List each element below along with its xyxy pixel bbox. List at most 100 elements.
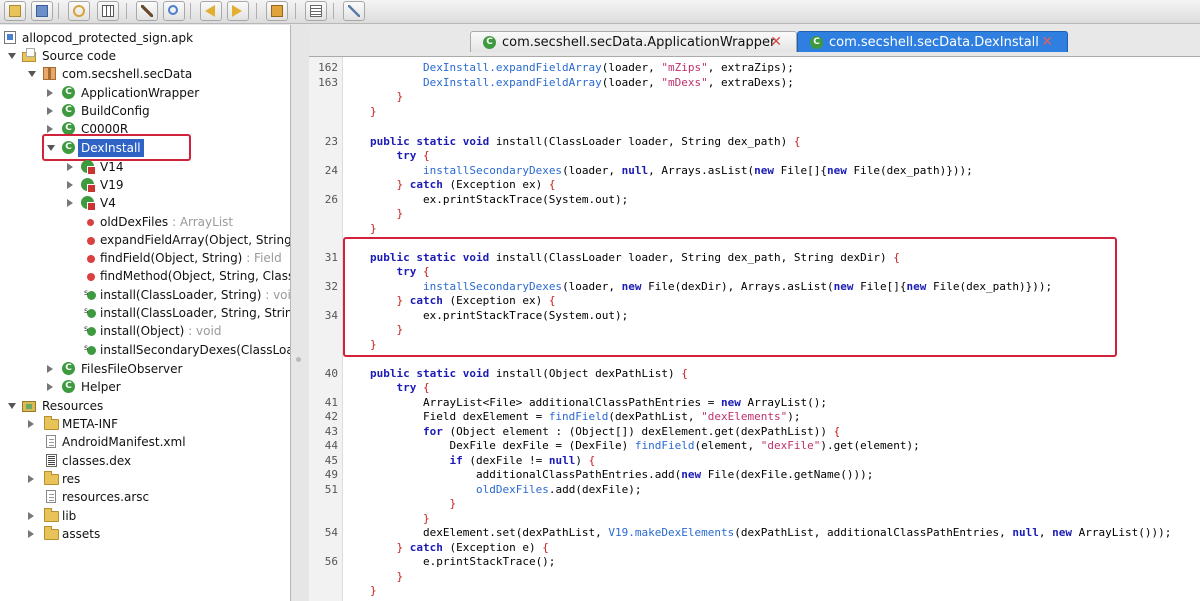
- class-icon: C: [810, 36, 823, 49]
- tree-node-label: META-INF: [62, 417, 119, 431]
- expand-arrow-icon[interactable]: [67, 163, 73, 171]
- highlight-box-selected-class: [42, 134, 191, 161]
- line-number: 24: [324, 164, 338, 177]
- private-method-icon: [87, 237, 95, 245]
- code-line: }: [370, 584, 377, 597]
- collapse-arrow-icon[interactable]: [28, 71, 36, 77]
- tree-node-label: install(ClassLoader, String): [100, 288, 262, 302]
- tree-node-label: install(ClassLoader, String, String): [100, 306, 291, 320]
- code-line: } catch (Exception ex) {: [396, 178, 556, 191]
- save-all-button[interactable]: [31, 1, 53, 21]
- tree-node-label: V4: [100, 196, 116, 210]
- tree-node-label: oldDexFiles: [100, 215, 169, 229]
- line-number: 51: [324, 483, 338, 496]
- tree-node-label: V14: [100, 160, 124, 174]
- private-method-icon: [87, 273, 95, 281]
- inner-class-icon: [81, 160, 96, 175]
- expand-arrow-icon[interactable]: [28, 420, 34, 428]
- class-icon: C: [62, 380, 75, 393]
- inner-class-icon: [81, 178, 96, 193]
- save-all-icon: [36, 5, 48, 17]
- close-tab-icon[interactable]: ✕: [1041, 32, 1053, 53]
- code-line: try {: [396, 381, 430, 394]
- back-button[interactable]: [200, 1, 222, 21]
- folder-icon: [44, 471, 59, 485]
- decompile-button[interactable]: [136, 1, 158, 21]
- static-method-icon: [84, 320, 96, 338]
- log-button[interactable]: [305, 1, 327, 21]
- line-number: 34: [324, 309, 338, 322]
- folder-icon: [44, 508, 59, 522]
- tab-label: com.secshell.secData.ApplicationWrapper: [502, 35, 776, 50]
- code-line: if (dexFile != null) {: [449, 454, 596, 467]
- code-line: for (Object element : (Object[]) dexElem…: [422, 425, 841, 438]
- expand-arrow-icon[interactable]: [47, 125, 53, 133]
- toolbar-separator: [58, 3, 59, 19]
- open-file-button[interactable]: [4, 1, 26, 21]
- forward-icon: [232, 5, 242, 17]
- bookmark-button[interactable]: [266, 1, 288, 21]
- tab-application-wrapper[interactable]: C com.secshell.secData.ApplicationWrappe…: [470, 31, 797, 52]
- toolbar-separator: [126, 3, 127, 19]
- tree-node-type: : ArrayList: [168, 215, 234, 229]
- static-method-icon: [84, 339, 96, 357]
- tree-node-label: expandFieldArray(Object, String, O: [100, 233, 291, 247]
- inner-class-icon: [81, 196, 96, 211]
- panel-splitter[interactable]: [291, 25, 309, 601]
- collapse-arrow-icon[interactable]: [8, 403, 16, 409]
- expand-arrow-icon[interactable]: [28, 530, 34, 538]
- project-tree: allopcod_protected_sign.apk Source code …: [0, 25, 291, 601]
- bookmark-icon: [271, 5, 283, 17]
- code-line: oldDexFiles.add(dexFile);: [475, 483, 642, 496]
- resources-folder-icon: [22, 401, 36, 412]
- preferences-button[interactable]: [343, 1, 365, 21]
- tree-node-type: : void: [184, 324, 222, 338]
- open-icon: [9, 5, 21, 17]
- tree-node-label: ApplicationWrapper: [81, 86, 200, 100]
- expand-arrow-icon[interactable]: [47, 107, 53, 115]
- expand-arrow-icon[interactable]: [28, 475, 34, 483]
- tab-label: com.secshell.secData.DexInstall: [829, 35, 1039, 50]
- tree-node-label: Source code: [42, 49, 116, 63]
- code-line: public static void install(ClassLoader l…: [370, 135, 801, 148]
- tree-node-label: lib: [62, 509, 77, 523]
- code-line: }: [422, 512, 430, 525]
- close-tab-icon[interactable]: ✕: [770, 32, 782, 53]
- expand-arrow-icon[interactable]: [28, 512, 34, 520]
- folder-icon: [44, 526, 59, 540]
- expand-arrow-icon[interactable]: [47, 365, 53, 373]
- search-button[interactable]: [163, 1, 185, 21]
- code-editor[interactable]: 162 163 23 24 26 31 32 34 40 41 42 43 44 45 49 51 54 56 D…: [309, 56, 1200, 601]
- code-line: DexFile dexFile = (DexFile) findField(el…: [370, 439, 920, 452]
- expand-arrow-icon[interactable]: [67, 181, 73, 189]
- private-method-icon: [87, 255, 95, 263]
- code-line: } catch (Exception e) {: [396, 541, 549, 554]
- expand-arrow-icon[interactable]: [47, 383, 53, 391]
- tree-node-label: findField(Object, String): [100, 251, 243, 265]
- tree-node-label: resources.arsc: [62, 490, 150, 504]
- code-line: DexInstall.expandFieldArray(loader, "mZi…: [422, 61, 794, 74]
- tab-dex-install[interactable]: C com.secshell.secData.DexInstall ✕: [797, 31, 1068, 52]
- code-line: public static void install(Object dexPat…: [370, 367, 688, 380]
- sync-button[interactable]: [68, 1, 90, 21]
- splitter-handle-icon[interactable]: [296, 357, 301, 362]
- unflatten-button[interactable]: [97, 1, 119, 21]
- tree-node-label: allopcod_protected_sign.apk: [22, 31, 194, 45]
- line-number: 44: [324, 439, 338, 452]
- wand-icon: [141, 5, 153, 17]
- tree-node-type: : Field: [242, 251, 282, 265]
- expand-arrow-icon[interactable]: [47, 89, 53, 97]
- class-icon: C: [62, 362, 75, 375]
- forward-button[interactable]: [227, 1, 249, 21]
- unflatten-icon: [102, 5, 114, 17]
- line-number: 42: [324, 410, 338, 423]
- highlight-box-install-method: [343, 237, 1117, 357]
- toolbar-separator: [333, 3, 334, 19]
- code-line: ArrayList<File> additionalClassPathEntri…: [370, 396, 827, 409]
- apk-file-icon: [4, 31, 16, 44]
- expand-arrow-icon[interactable]: [67, 199, 73, 207]
- line-number: 45: [324, 454, 338, 467]
- code-line: installSecondaryDexes(loader, null, Arra…: [422, 164, 973, 177]
- sync-icon: [73, 5, 85, 17]
- collapse-arrow-icon[interactable]: [8, 53, 16, 59]
